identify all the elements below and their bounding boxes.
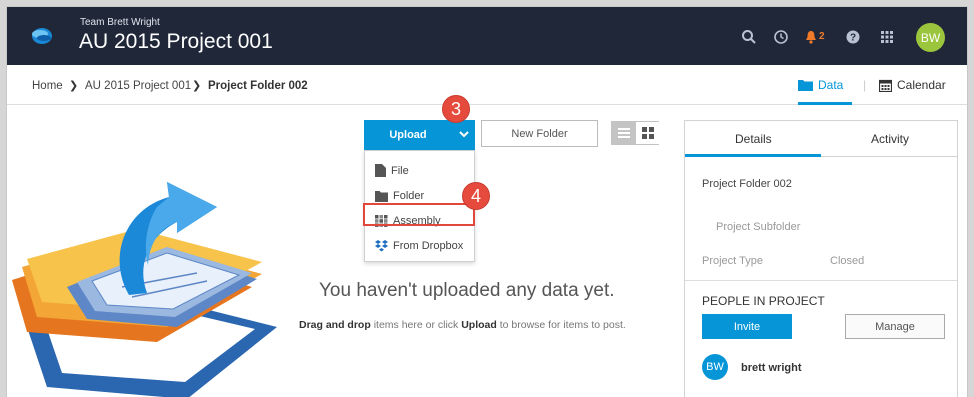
top-header: Team Brett Wright AU 2015 Project 001 2 …: [7, 7, 967, 65]
assembly-highlight-box: [363, 203, 475, 226]
data-view-tab[interactable]: Data: [798, 78, 843, 92]
upload-button[interactable]: Upload: [364, 120, 475, 150]
panel-tabs: Details Activity: [685, 121, 957, 157]
calendar-view-label: Calendar: [897, 78, 946, 92]
grid-icon: [642, 127, 654, 139]
chevron-right-icon: ❯: [69, 80, 79, 92]
instruction-text-end: to browse for items to post.: [499, 319, 626, 331]
data-view-label: Data: [818, 78, 844, 92]
app-window: Team Brett Wright AU 2015 Project 001 2 …: [6, 6, 968, 397]
invite-button[interactable]: Invite: [702, 314, 792, 339]
bell-icon[interactable]: [803, 29, 819, 45]
menu-item-label: Folder: [393, 190, 425, 202]
member-name[interactable]: brett wright: [741, 362, 802, 374]
grid-view-button[interactable]: [636, 122, 660, 144]
view-divider: |: [863, 78, 867, 92]
active-tab-indicator: [685, 154, 821, 157]
breadcrumb-home[interactable]: Home: [32, 80, 63, 92]
menu-item-label: From Dropbox: [393, 240, 464, 252]
upload-link[interactable]: Upload: [461, 319, 497, 331]
people-heading: PEOPLE IN PROJECT: [702, 294, 825, 308]
help-icon[interactable]: ?: [845, 29, 861, 45]
clock-icon[interactable]: [773, 29, 789, 45]
folder-icon: [375, 190, 388, 202]
project-title: AU 2015 Project 001: [79, 30, 273, 53]
empty-state-instructions: Drag and drop items here or click Upload…: [299, 319, 626, 331]
drag-drop-text: Drag and drop: [299, 319, 371, 331]
notification-count: 2: [819, 31, 825, 42]
search-icon[interactable]: [741, 29, 757, 45]
folder-name: Project Folder 002: [702, 178, 792, 190]
new-folder-button[interactable]: New Folder: [481, 120, 598, 147]
project-type-value: Closed: [830, 255, 865, 267]
tab-details[interactable]: Details: [735, 132, 772, 146]
svg-text:?: ?: [850, 33, 856, 44]
calendar-icon: [879, 79, 892, 92]
view-mode-toggle: [611, 121, 660, 145]
team-label: Team Brett Wright: [80, 17, 160, 28]
a360-logo-icon[interactable]: [31, 26, 53, 46]
panel-divider: [685, 280, 957, 281]
file-icon: [375, 164, 386, 177]
empty-state-title: You haven't uploaded any data yet.: [319, 280, 615, 301]
subfolder-label: Project Subfolder: [716, 221, 801, 233]
step-marker-3: 3: [442, 95, 470, 123]
member-avatar: BW: [702, 354, 728, 380]
folder-icon: [798, 80, 813, 91]
step-marker-4: 4: [462, 182, 490, 210]
breadcrumb-bar: Home ❯ AU 2015 Project 001 ❯ Project Fol…: [7, 65, 967, 105]
upload-label: Upload: [389, 129, 427, 141]
upload-illustration: [12, 182, 277, 397]
list-icon: [618, 128, 630, 138]
menu-item-dropbox[interactable]: From Dropbox: [375, 240, 463, 252]
breadcrumb-current-folder: Project Folder 002: [208, 80, 308, 92]
dropbox-icon: [375, 240, 388, 252]
menu-item-folder[interactable]: Folder: [375, 190, 424, 202]
manage-button[interactable]: Manage: [845, 314, 945, 339]
active-tab-indicator: [798, 102, 852, 105]
apps-grid-icon[interactable]: [879, 29, 895, 45]
instruction-text: items here or click: [373, 319, 459, 331]
chevron-down-icon[interactable]: [459, 129, 469, 139]
calendar-view-tab[interactable]: Calendar: [879, 78, 946, 92]
tab-activity[interactable]: Activity: [871, 132, 909, 146]
details-panel: Details Activity Project Folder 002 Proj…: [684, 120, 958, 397]
list-view-button[interactable]: [612, 122, 636, 144]
user-avatar[interactable]: BW: [916, 23, 945, 52]
chevron-right-icon: ❯: [192, 80, 202, 92]
menu-item-label: File: [391, 164, 409, 177]
menu-item-file[interactable]: File: [375, 164, 409, 177]
project-type-label: Project Type: [702, 255, 763, 267]
breadcrumb-project[interactable]: AU 2015 Project 001: [85, 80, 191, 92]
